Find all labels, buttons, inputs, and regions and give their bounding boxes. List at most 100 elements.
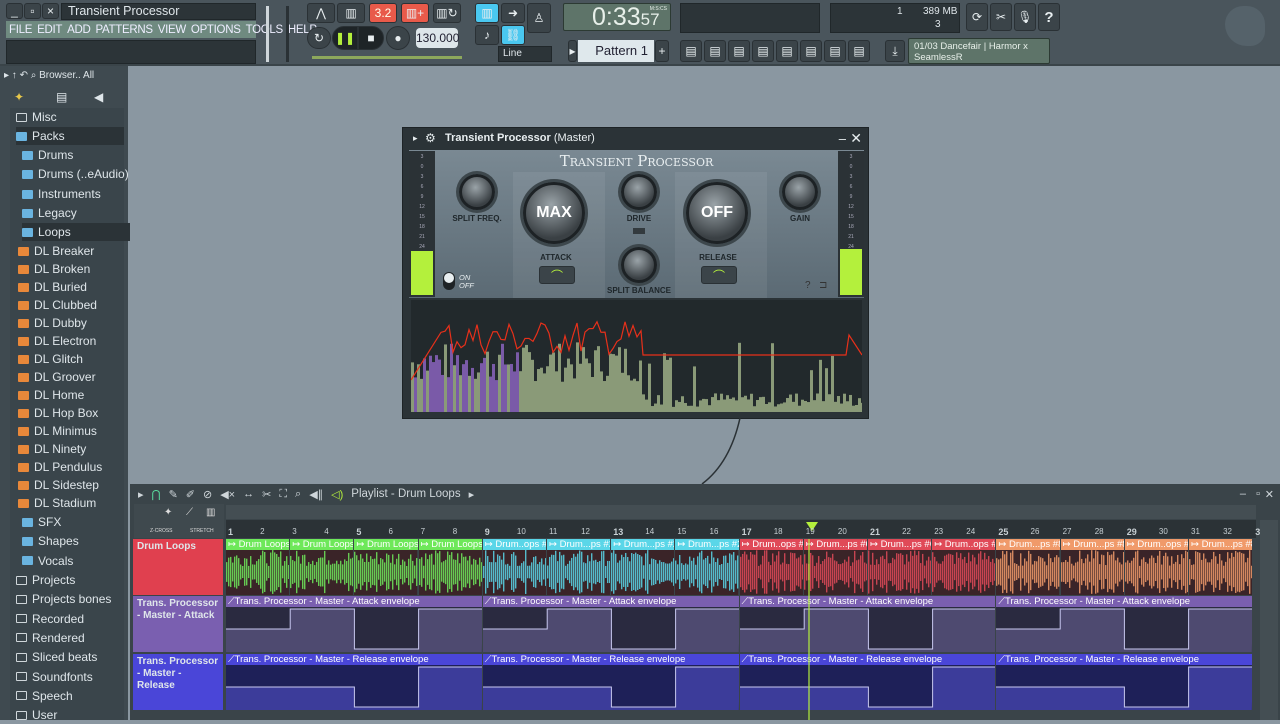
menu-view[interactable]: VIEW [158,24,187,36]
browser-item[interactable]: DL Clubbed [18,296,97,314]
draw-tool-icon[interactable]: ✎ [169,488,178,501]
automation-clip[interactable]: ⟋Trans. Processor - Master - Release env… [996,654,1253,665]
audio-clip[interactable]: ↦ Drum...ps #2 [547,539,611,550]
menu-patterns[interactable]: PATTERNS [95,24,153,36]
browser-item[interactable]: DL Sidestep [18,476,99,494]
view-tutorial-button[interactable]: ▤ [848,40,870,62]
audio-clip[interactable]: ↦ Drum...ps #6 [868,539,932,550]
automation-icon[interactable]: ⟋ [186,507,193,518]
plugin-menu-arrow-icon[interactable]: ▸ [413,133,418,144]
magnet-icon[interactable]: ⋂ [152,488,161,501]
gear-icon[interactable]: ⚙ [425,131,436,145]
record-button[interactable]: ● [386,26,410,50]
view-piano-roll-button[interactable]: ▤ [728,40,750,62]
split-freq-knob[interactable] [459,174,495,210]
on-off-switch[interactable] [443,272,455,290]
paint-tool-icon[interactable]: ✐ [186,488,195,501]
browser-item[interactable]: DL Dubby [18,314,87,332]
browser-speaker-icon[interactable]: ◀ [94,90,103,104]
pattern-prev-button[interactable]: ▸ [568,40,577,62]
plugin-close-button[interactable]: ✕ [850,130,862,147]
browser-item[interactable]: DL Minimus [18,422,97,440]
audio-clip[interactable]: ↦ Drum...ps #8 [1060,539,1124,550]
step-edit-button[interactable]: ➜ [501,3,525,23]
attack-curve-button[interactable]: ⌒ [539,266,575,284]
pattern-selector[interactable]: Pattern 1 [578,40,654,62]
countdown-button[interactable]: 3.2 [369,3,397,23]
audio-clip[interactable]: ↦ Drum Loops [226,539,290,550]
typing-keyboard-button[interactable]: ▥ [475,3,499,23]
audio-clip[interactable]: ↦ Drum...ps #2 [611,539,675,550]
view-channel-rack-button[interactable]: ▤ [704,40,726,62]
minimize-button[interactable]: _ [6,3,23,19]
automation-clip[interactable]: ⟋Trans. Processor - Master - Attack enve… [226,596,482,607]
pause-button[interactable]: ❚❚ [332,26,358,50]
browser-item[interactable]: DL Glitch [18,350,83,368]
browser-files-icon[interactable]: ▤ [56,90,67,104]
view-browser-button[interactable]: ▤ [752,40,774,62]
menu-edit[interactable]: EDIT [37,24,62,36]
audio-clip[interactable]: ↦ Drum...ps #6 [803,539,867,550]
playlist-menu-arrow-icon[interactable]: ▸ [138,488,144,501]
view-mixer-button[interactable]: ▤ [776,40,798,62]
metronome-button[interactable]: ⋀ [307,3,335,23]
slice-tool-icon[interactable]: ✂ [262,488,271,501]
audio-clip[interactable]: ↦ Drum Loops [418,539,482,550]
browser-header[interactable]: ▸ ↑ ↶ ⌕ Browser.. All [4,70,124,84]
browser-item[interactable]: Misc [16,108,57,126]
view-project-info-button[interactable]: ▤ [800,40,822,62]
horizontal-scrollbar[interactable] [226,505,1256,519]
browser-item[interactable]: User [16,706,57,724]
snap-select[interactable]: Line [498,46,552,62]
recording-filter-button[interactable]: ♙ [527,3,551,33]
browser-item[interactable]: Drums (..eAudio) [22,165,129,183]
audio-clip[interactable]: ↦ Drum..ops #6 [739,539,803,550]
audio-clip[interactable]: ↦ Drum Loops [354,539,418,550]
automation-clip[interactable]: ⟋Trans. Processor - Master - Release env… [482,654,739,665]
browser-item[interactable]: DL Home [18,386,84,404]
view-playlist-button[interactable]: ▤ [680,40,702,62]
multilink-button[interactable]: ⛓ [501,25,525,45]
menu-file[interactable]: FILE [9,24,32,36]
gain-knob[interactable] [782,174,818,210]
browser-item[interactable]: Packs [16,127,124,145]
wait-for-input-button[interactable]: ▥ [337,3,365,23]
menu-options[interactable]: OPTIONS [191,24,241,36]
blend-notes-button[interactable]: ▥+ [401,3,429,23]
playlist-maximize-button[interactable]: ▫ [1256,488,1260,500]
audio-clip[interactable]: ↦ Drum...ps #8 [996,539,1060,550]
audio-clip[interactable]: ↦ Drum..ops #8 [1124,539,1188,550]
browser-item[interactable]: DL Ninety [18,440,86,458]
close-button[interactable]: × [42,3,59,19]
stretch-toggle[interactable]: STRETCH [190,528,214,534]
automation-clip[interactable]: ⟋Trans. Processor - Master - Attack enve… [482,596,739,607]
automation-clip[interactable]: ⟋Trans. Processor - Master - Release env… [739,654,996,665]
mute-tool-icon[interactable]: ◀× [220,488,235,501]
loop-record-button[interactable]: ▥↻ [433,3,461,23]
piano-icon[interactable]: ▥ [206,507,215,518]
audio-clip[interactable]: ↦ Drum..ops #2 [482,539,546,550]
browser-item[interactable]: SFX [22,513,61,531]
vertical-scrollbar[interactable] [1260,520,1278,720]
browser-item[interactable]: DL Buried [18,278,87,296]
automation-clip[interactable]: ⟋Trans. Processor - Master - Attack enve… [739,596,996,607]
attack-knob[interactable]: MAX [523,182,585,244]
cut-tool-button[interactable]: ✂ [990,3,1012,31]
track-header-automation[interactable]: Trans. Processor - Master - Attack [133,596,223,652]
browser-plugin-icon[interactable]: ✦ [14,90,24,104]
browser-item[interactable]: Drums [22,146,73,164]
plugin-routing-icon[interactable]: ⊐ [819,280,827,291]
browser-item[interactable]: Projects bones [16,590,111,608]
track-header-drum-loops[interactable]: Drum Loops [133,539,223,595]
menu-tools[interactable]: TOOLS [246,24,284,36]
tempo-display[interactable]: 130.000 [416,28,459,48]
plugin-minimize-button[interactable]: – [839,131,846,146]
browser-item[interactable]: Projects [16,571,75,589]
release-knob[interactable]: OFF [686,182,748,244]
z-cross-toggle[interactable]: Z-CROSS [150,528,173,534]
browser-item[interactable]: DL Broken [18,260,90,278]
track-header-automation[interactable]: Trans. Processor - Master - Release [133,654,223,710]
menu-add[interactable]: ADD [67,24,91,36]
audio-clip[interactable]: ↦ Drum..ops #6 [932,539,996,550]
browser-item[interactable]: Recorded [16,610,84,628]
